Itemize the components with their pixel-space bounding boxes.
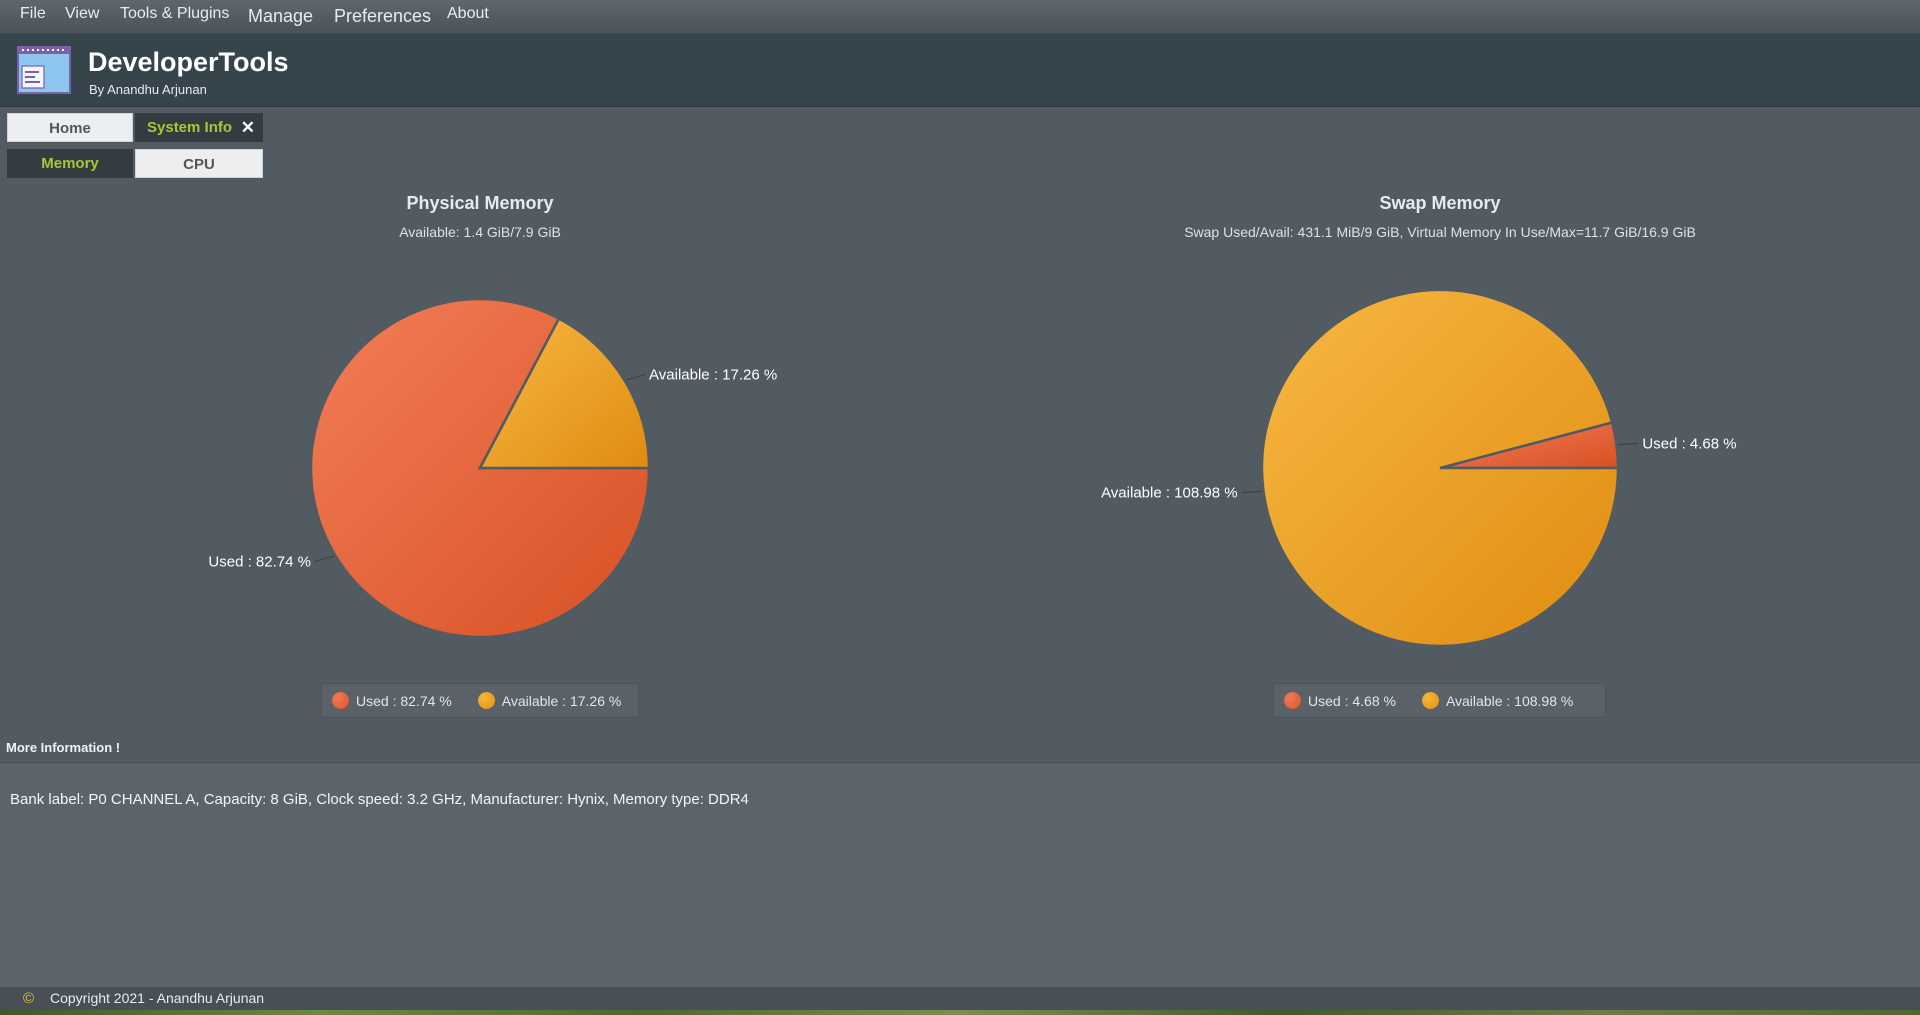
swap-memory-title: Swap Memory [1379,193,1501,213]
subtab-memory-label: Memory [41,155,99,172]
subtab-cpu-label: CPU [183,156,215,173]
memory-bank-info: Bank label: P0 CHANNEL A, Capacity: 8 Gi… [10,791,749,808]
legend-available-label: Available : 17.26 % [501,692,622,709]
menu-about[interactable]: About [447,0,489,28]
tab-home-label: Home [49,120,91,137]
legend-used-label: Used : 82.74 % [356,692,452,709]
more-information-box[interactable]: Bank label: P0 CHANNEL A, Capacity: 8 Gi… [0,762,1920,988]
pie-label-leader [626,374,646,381]
pie-slice-used [1439,420,1620,470]
legend-available-label: Available : 108.98 % [1445,692,1574,709]
swap-memory-subtitle: Swap Used/Avail: 431.1 MiB/9 GiB, Virtua… [1184,224,1696,240]
menu-tools-plugins[interactable]: Tools & Plugins [120,0,229,28]
legend-available: Available : 108.98 % [1421,692,1574,709]
pie-slice-used [309,297,651,639]
pie-label-available: Available : 17.26 % [649,367,777,384]
legend-used: Used : 4.68 % [1284,692,1396,709]
pie-slice-available [1260,288,1620,648]
available-dot-icon [1421,692,1439,709]
copyright-icon: © [23,990,35,1007]
legend-used-label: Used : 4.68 % [1308,692,1396,709]
pie-label-used: Used : 82.74 % [208,553,311,570]
swap-memory-legend: Used : 4.68 % Available : 108.98 % [1273,683,1606,718]
more-information-label: More Information ! [6,740,121,755]
menu-preferences[interactable]: Preferences [334,2,431,30]
pie-slice-available [477,316,651,470]
legend-used: Used : 82.74 % [332,692,452,709]
app-subtitle: By Anandhu Arjunan [89,82,207,97]
app-header: DeveloperTools By Anandhu Arjunan [0,34,1920,107]
status-bar: © Copyright 2021 - Anandhu Arjunan [0,988,1920,1010]
used-dot-icon [332,692,349,709]
close-icon[interactable]: ✕ [241,113,255,142]
menu-file[interactable]: File [20,0,46,28]
desktop-background-strip [0,1010,1920,1015]
app-title: DeveloperTools [88,47,289,77]
copyright-text: Copyright 2021 - Anandhu Arjunan [50,990,265,1006]
physical-memory-subtitle: Available: 1.4 GiB/7.9 GiB [399,224,561,240]
pie-label-used: Used : 4.68 % [1642,435,1736,452]
pie-label-leader [314,555,334,562]
tab-home[interactable]: Home [7,113,133,142]
menu-view[interactable]: View [65,0,99,28]
pie-label-leader [1618,442,1639,446]
physical-memory-title: Physical Memory [406,193,554,213]
menu-manage[interactable]: Manage [248,2,313,30]
used-dot-icon [1284,692,1301,709]
available-dot-icon [477,692,495,709]
subtab-memory[interactable]: Memory [7,149,133,178]
physical-memory-legend: Used : 82.74 % Available : 17.26 % [321,683,639,718]
pie-label-leader [1241,490,1262,494]
menu-bar: File View Tools & Plugins Manage Prefere… [0,0,1920,34]
legend-available: Available : 17.26 % [477,692,622,709]
subtab-cpu[interactable]: CPU [135,149,263,178]
pie-label-available: Available : 108.98 % [1101,485,1238,502]
app-window-icon [17,46,71,94]
tab-system-info-label: System Info [147,119,233,136]
tab-system-info[interactable]: System Info ✕ [135,113,263,142]
